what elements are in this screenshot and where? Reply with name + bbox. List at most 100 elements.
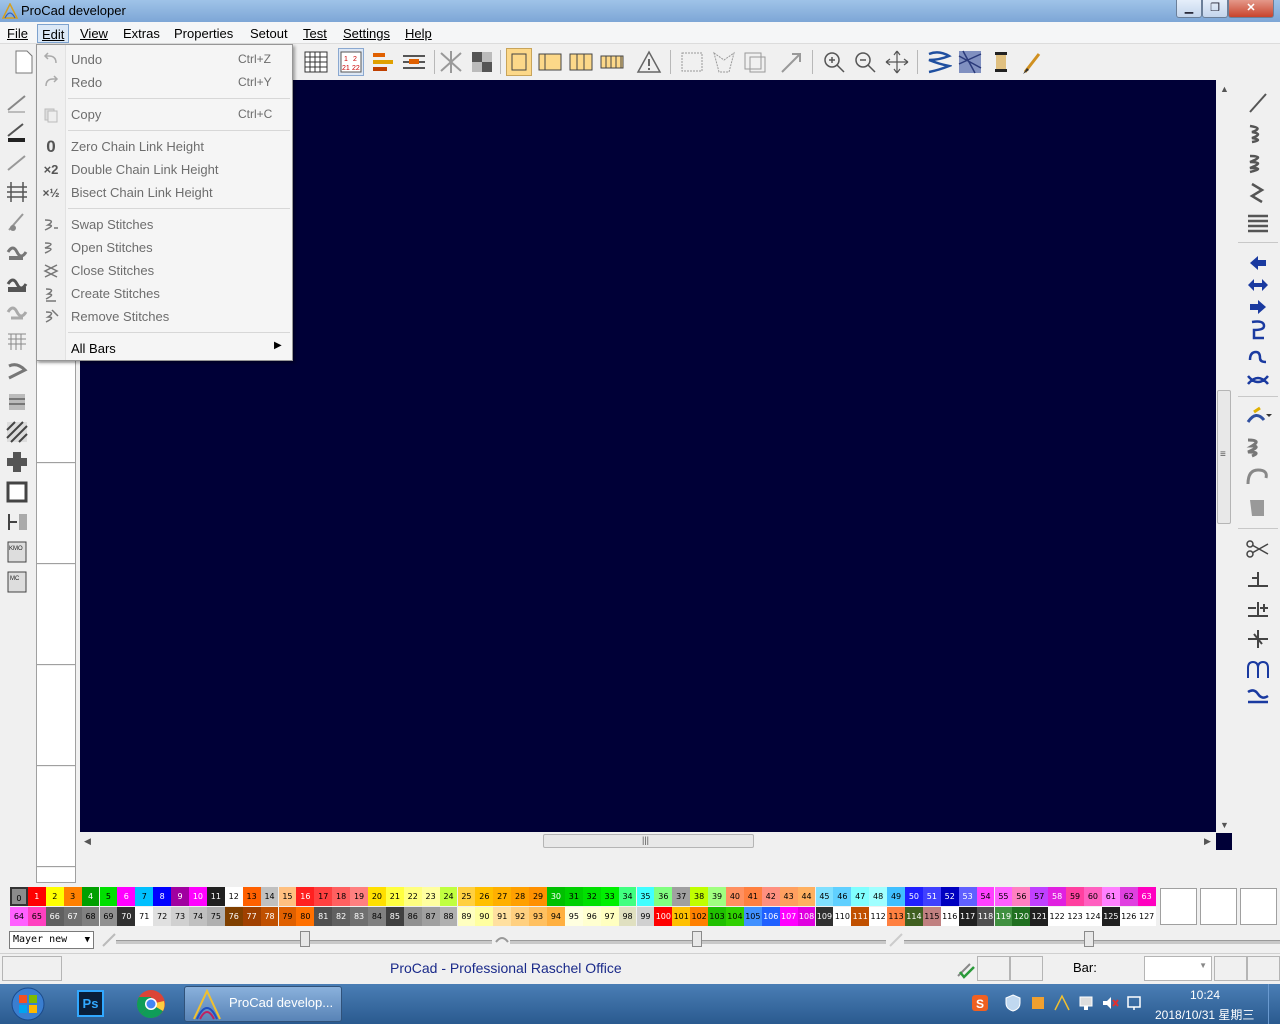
palette-color-101[interactable]: 101 [672, 907, 691, 926]
cross-shape-icon[interactable] [5, 450, 29, 474]
palette-color-52[interactable]: 52 [940, 887, 959, 906]
menu-file[interactable]: File [3, 24, 32, 43]
palette-color-84[interactable]: 84 [368, 907, 386, 926]
palette-color-0[interactable]: 0 [10, 887, 28, 906]
palette-color-58[interactable]: 58 [1048, 887, 1067, 906]
palette-color-26[interactable]: 26 [475, 887, 494, 906]
palette-color-67[interactable]: 67 [63, 907, 82, 926]
palette-color-14[interactable]: 14 [260, 887, 279, 906]
stitch-block-icon[interactable] [1244, 496, 1272, 518]
slider-thumb[interactable] [692, 931, 702, 947]
palette-color-40[interactable]: 40 [726, 887, 744, 906]
menu-item-double-chain-link-height[interactable]: ×2 Double Chain Link Height [38, 158, 291, 181]
show-desktop-button[interactable] [1268, 984, 1280, 1024]
bar-slot[interactable] [37, 565, 75, 665]
palette-color-13[interactable]: 13 [242, 887, 261, 906]
bar-slot[interactable] [37, 666, 75, 766]
palette-color-64[interactable]: 64 [10, 907, 28, 926]
palette-color-28[interactable]: 28 [511, 887, 530, 906]
pan-icon[interactable] [884, 48, 910, 76]
menu-item-bisect-chain-link-height[interactable]: ×½ Bisect Chain Link Height [38, 181, 291, 204]
palette-color-1[interactable]: 1 [27, 887, 46, 906]
menu-view[interactable]: View [76, 24, 112, 43]
palette-slot-empty[interactable] [1240, 888, 1277, 925]
palette-color-112[interactable]: 112 [869, 907, 888, 926]
arrow-right-icon[interactable] [1244, 296, 1272, 318]
action-center-icon[interactable] [1125, 994, 1143, 1012]
maximize-button[interactable]: ❐ [1202, 0, 1228, 18]
kmo-file-icon[interactable]: KMO [5, 540, 29, 564]
palette-color-74[interactable]: 74 [189, 907, 207, 926]
palette-color-45[interactable]: 45 [815, 887, 834, 906]
pattern-grid-icon[interactable] [5, 330, 29, 354]
palette-color-85[interactable]: 85 [385, 907, 404, 926]
scroll-up-arrow-icon[interactable]: ▲ [1220, 84, 1229, 94]
frame-tool-icon[interactable] [5, 480, 29, 504]
guide-bar-1-icon[interactable] [1244, 568, 1272, 590]
palette-color-32[interactable]: 32 [582, 887, 601, 906]
palette-color-108[interactable]: 108 [797, 907, 816, 926]
menu-setout[interactable]: Setout [246, 24, 292, 43]
palette-color-96[interactable]: 96 [582, 907, 601, 926]
palette-color-20[interactable]: 20 [368, 887, 386, 906]
palette-color-55[interactable]: 55 [994, 887, 1013, 906]
palette-color-97[interactable]: 97 [600, 907, 619, 926]
zoom-in-icon[interactable] [821, 48, 847, 76]
palette-color-94[interactable]: 94 [547, 907, 565, 926]
palette-color-60[interactable]: 60 [1084, 887, 1102, 906]
palette-color-98[interactable]: 98 [618, 907, 637, 926]
select-copy-icon[interactable] [742, 48, 768, 76]
menu-item-undo[interactable]: Undo Ctrl+Z [38, 48, 291, 71]
palette-color-80[interactable]: 80 [296, 907, 315, 926]
chain-stitch-1-icon[interactable] [1244, 122, 1272, 144]
palette-slot-empty[interactable] [1200, 888, 1237, 925]
palette-color-82[interactable]: 82 [332, 907, 351, 926]
palette-color-62[interactable]: 62 [1119, 887, 1138, 906]
palette-color-79[interactable]: 79 [278, 907, 297, 926]
select-shape-icon[interactable] [711, 48, 737, 76]
vertical-scroll-thumb[interactable]: ≡ [1217, 390, 1231, 524]
palette-color-103[interactable]: 103 [708, 907, 726, 926]
palette-color-111[interactable]: 111 [851, 907, 870, 926]
scroll-left-arrow-icon[interactable]: ◀ [84, 836, 91, 847]
menu-edit[interactable]: Edit [37, 24, 70, 43]
warning-icon[interactable] [636, 48, 662, 76]
palette-color-46[interactable]: 46 [833, 887, 852, 906]
arrow-left-icon[interactable] [1244, 252, 1272, 274]
draw-stitch-icon[interactable] [5, 210, 29, 234]
menu-extras[interactable]: Extras [119, 24, 164, 43]
palette-color-41[interactable]: 41 [743, 887, 762, 906]
palette-color-100[interactable]: 100 [654, 907, 673, 926]
palette-color-70[interactable]: 70 [117, 907, 136, 926]
sogou-input-icon[interactable]: S [971, 994, 989, 1012]
tray-procad-icon[interactable] [1053, 994, 1071, 1012]
fill-tool-icon[interactable] [5, 120, 29, 144]
line-tool-icon[interactable] [5, 150, 29, 174]
pencil-tool-icon[interactable] [5, 90, 29, 114]
palette-color-90[interactable]: 90 [475, 907, 494, 926]
arrow-both-icon[interactable] [1244, 274, 1272, 296]
scissors-icon[interactable] [1244, 538, 1272, 560]
three-column-view-icon[interactable] [568, 48, 594, 76]
bar-slot[interactable] [37, 868, 75, 883]
palette-color-59[interactable]: 59 [1066, 887, 1084, 906]
palette-color-54[interactable]: 54 [976, 887, 995, 906]
palette-color-48[interactable]: 48 [869, 887, 888, 906]
loop-open-icon[interactable] [1244, 346, 1272, 368]
palette-color-102[interactable]: 102 [690, 907, 709, 926]
start-button-icon[interactable] [3, 986, 53, 1022]
palette-color-93[interactable]: 93 [529, 907, 547, 926]
menu-item-redo[interactable]: Redo Ctrl+Y [38, 71, 291, 94]
palette-color-25[interactable]: 25 [457, 887, 476, 906]
palette-color-65[interactable]: 65 [27, 907, 46, 926]
bars-list-icon[interactable] [370, 48, 396, 76]
zoom-out-icon[interactable] [852, 48, 878, 76]
palette-color-72[interactable]: 72 [153, 907, 172, 926]
palette-color-3[interactable]: 3 [63, 887, 82, 906]
palette-color-11[interactable]: 11 [206, 887, 225, 906]
menu-item-copy[interactable]: Copy Ctrl+C [38, 103, 291, 126]
palette-color-19[interactable]: 19 [350, 887, 368, 906]
palette-color-21[interactable]: 21 [385, 887, 404, 906]
palette-color-51[interactable]: 51 [922, 887, 941, 906]
menu-item-open-stitches[interactable]: Open Stitches [38, 236, 291, 259]
